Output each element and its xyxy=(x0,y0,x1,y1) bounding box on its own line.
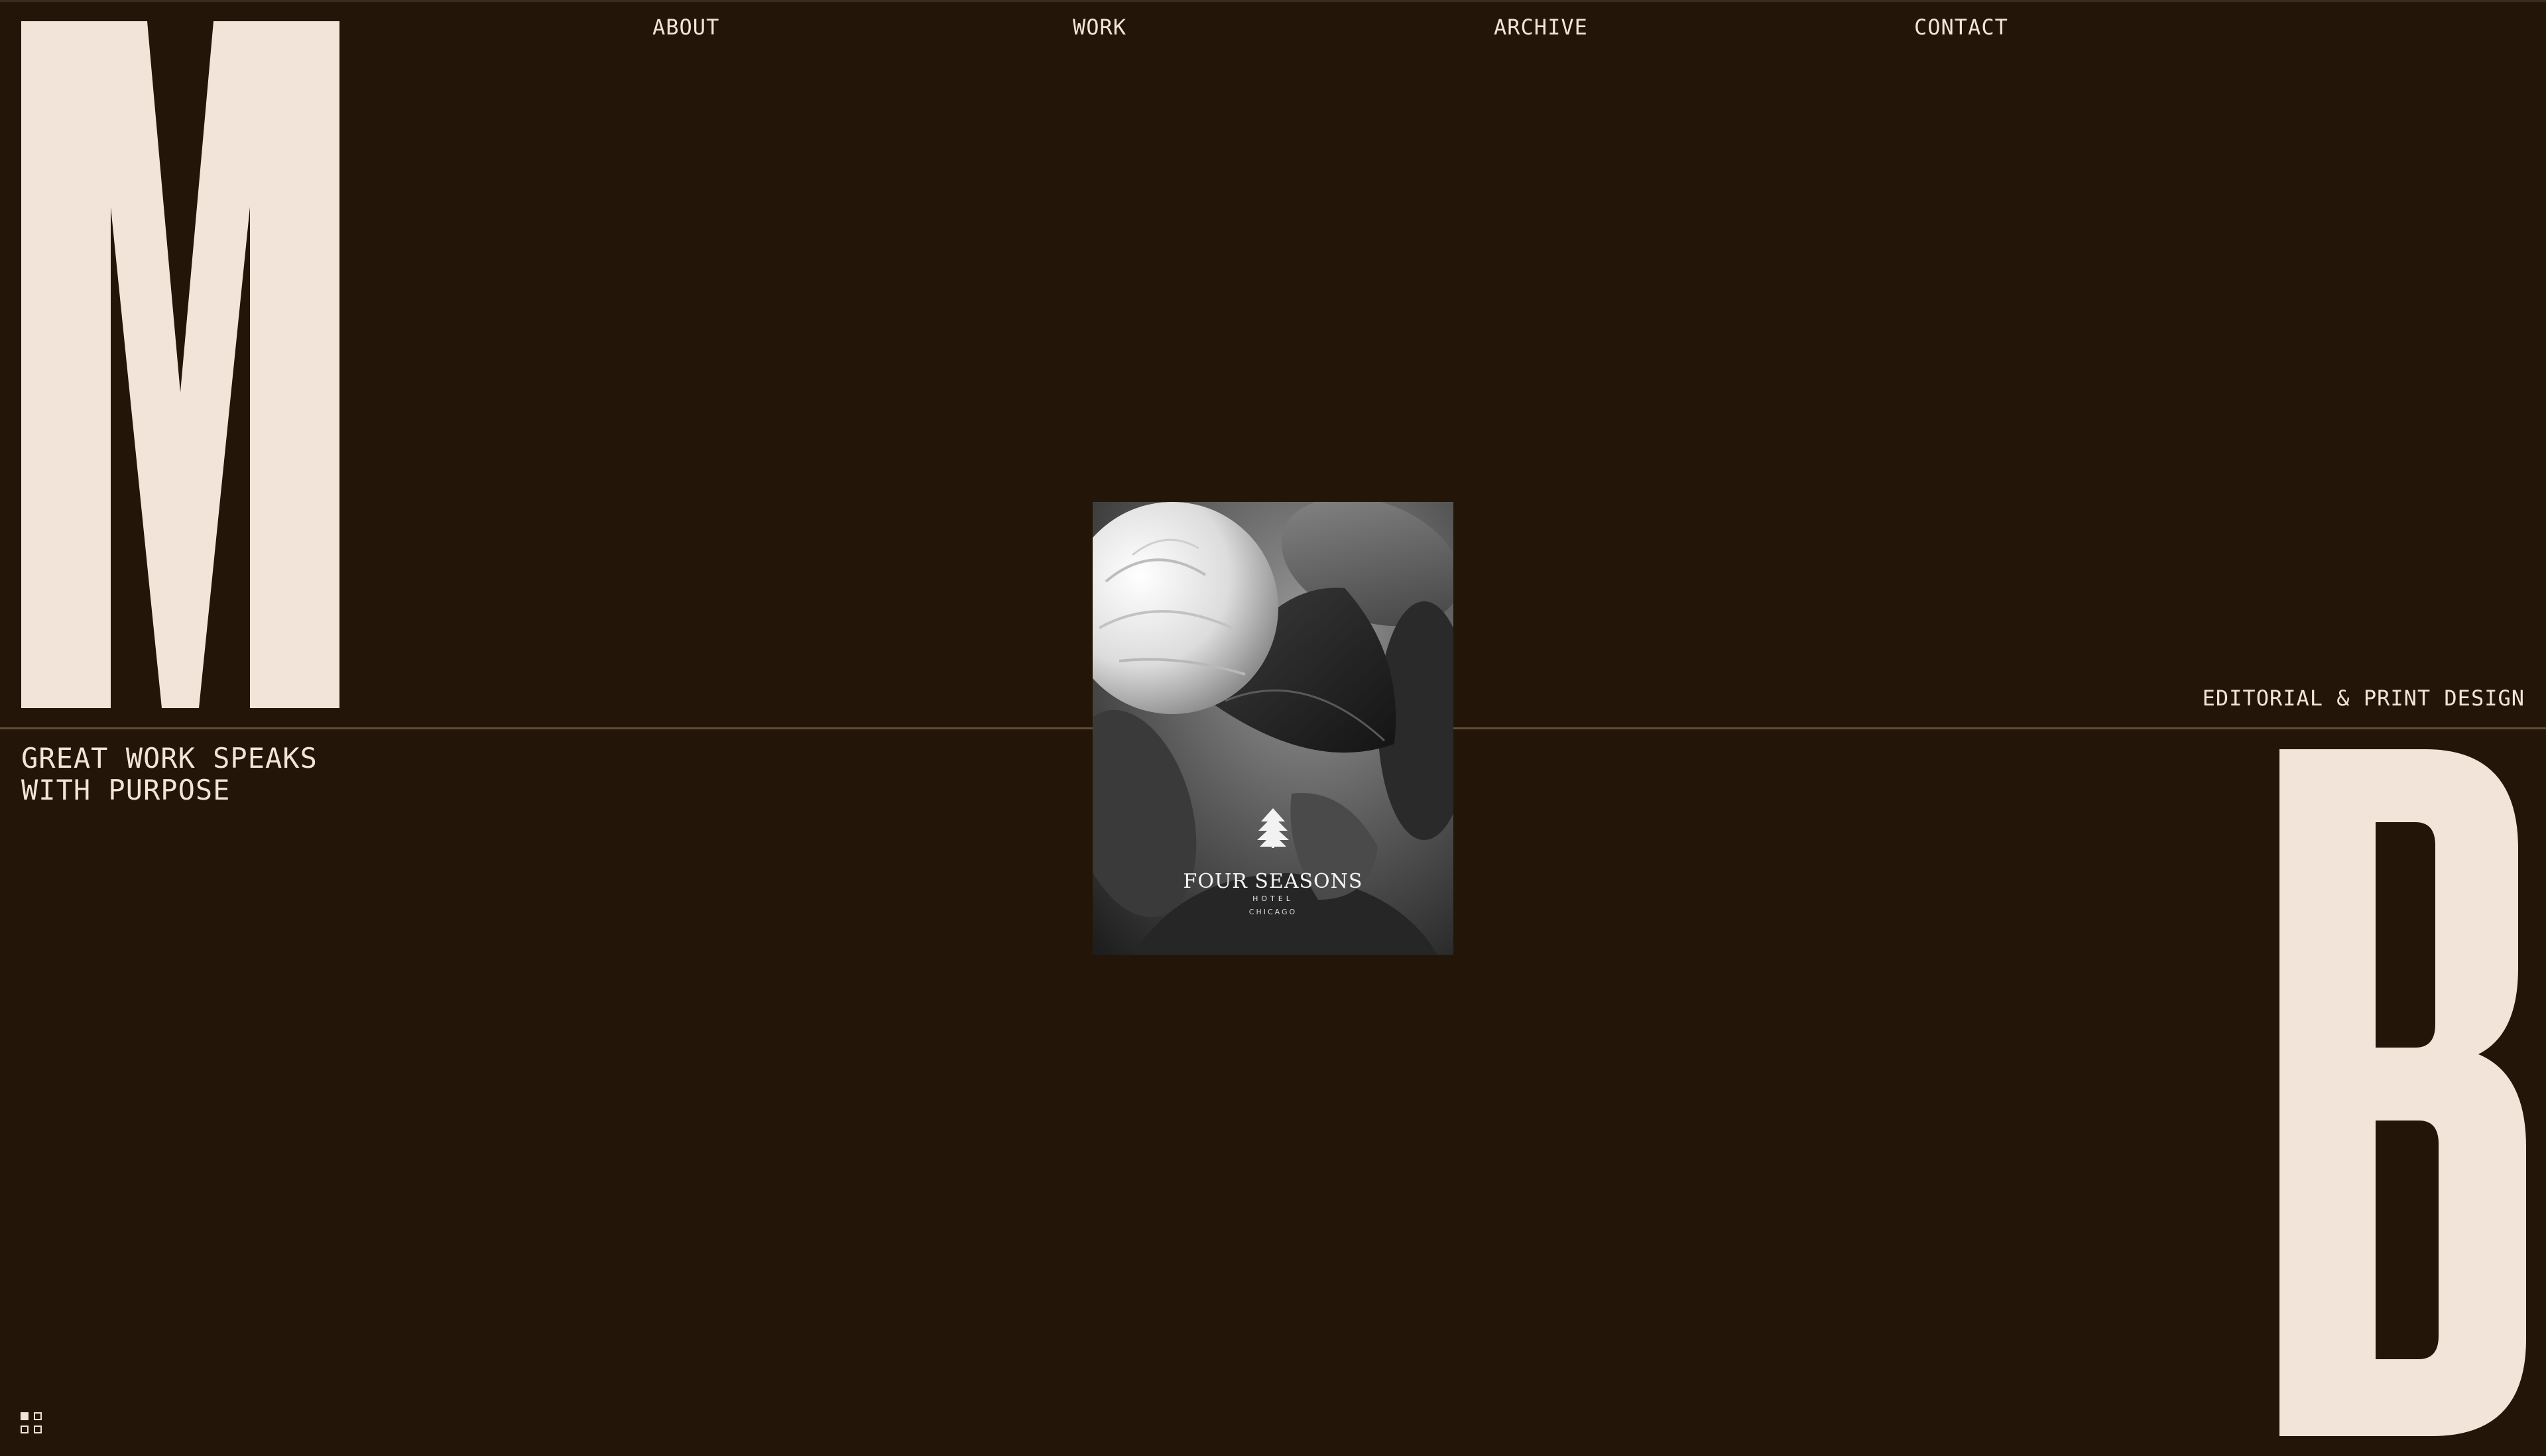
grid-cell-icon xyxy=(21,1412,29,1420)
nav-work-link[interactable]: WORK xyxy=(1073,15,1126,40)
nav-about-link[interactable]: ABOUT xyxy=(652,15,719,40)
hero-tagline: GREAT WORK SPEAKS WITH PURPOSE xyxy=(21,743,318,806)
tagline-line-1: GREAT WORK SPEAKS xyxy=(21,742,318,774)
letter-m-shape xyxy=(21,21,339,708)
nav-archive-link[interactable]: ARCHIVE xyxy=(1494,15,1588,40)
featured-project-image[interactable]: FOUR SEASONS HOTEL CHICAGO xyxy=(1093,502,1453,955)
grid-cell-icon xyxy=(34,1412,42,1420)
top-border xyxy=(0,0,2546,2)
nav-contact-link[interactable]: CONTACT xyxy=(1914,15,2008,40)
hero-letter-b xyxy=(2279,749,2526,1436)
grid-cell-icon xyxy=(34,1426,42,1433)
logo-brand-text: FOUR SEASONS xyxy=(1183,870,1363,893)
grid-cell-icon xyxy=(21,1426,29,1433)
grid-view-icon[interactable] xyxy=(21,1412,44,1436)
letter-b-shape xyxy=(2279,749,2526,1436)
tagline-line-2: WITH PURPOSE xyxy=(21,774,231,806)
discipline-label: EDITORIAL & PRINT DESIGN xyxy=(2202,686,2525,711)
hero-letter-m xyxy=(21,21,339,708)
logo-sub-text: HOTEL xyxy=(1252,894,1294,903)
logo-city-text: CHICAGO xyxy=(1248,908,1298,916)
main-nav: ABOUT WORK ARCHIVE CONTACT xyxy=(0,15,2546,48)
